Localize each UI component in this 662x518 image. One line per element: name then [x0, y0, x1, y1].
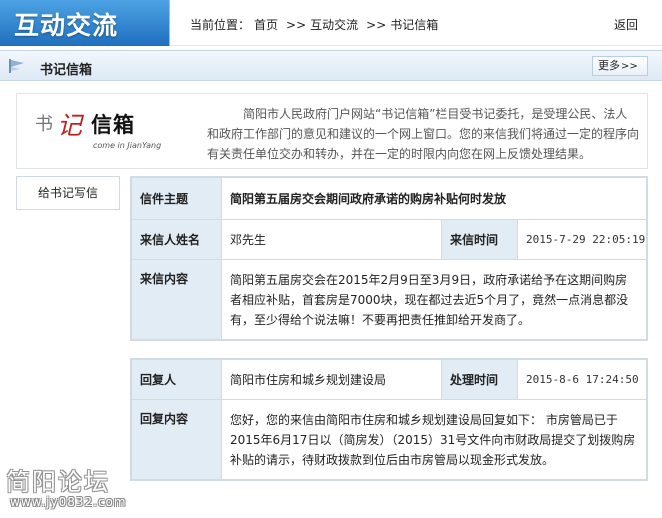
breadcrumb-separator: >> — [366, 18, 387, 32]
flag-icon — [9, 59, 24, 73]
intro-text: 简阳市人民政府门户网站“书记信箱”栏目受书记委托，是受理公民、法人和政府工作部门… — [207, 107, 640, 161]
intro-box: 书 记 信箱 come in JianYang 简阳市人民政府门户网站“书记信箱… — [16, 93, 648, 169]
logo-text: 互动交流 — [14, 11, 119, 40]
breadcrumb: 当前位置： 首页 >> 互动交流 >> 书记信箱 — [190, 16, 442, 33]
reply-time-label: 处理时间 — [441, 359, 518, 400]
letter-time-value: 2015-7-29 22:05:19 — [517, 219, 647, 260]
table-row: 信件主题 简阳第五届房交会期间政府承诺的购房补贴何时发放 — [131, 177, 647, 220]
more-button[interactable]: 更多>> — [592, 56, 648, 76]
brand-char-3: 信箱 — [91, 112, 135, 137]
more-label: 更多 — [598, 59, 620, 72]
section-logo: 互动交流 — [0, 0, 170, 46]
table-row: 回复人 简阳市住房和城乡规划建设局 处理时间 2015-8-6 17:24:50 — [131, 359, 647, 400]
mailbox-brand-logo: 书 记 信箱 come in JianYang — [35, 106, 175, 158]
breadcrumb-mailbox[interactable]: 书记信箱 — [390, 18, 438, 32]
table-row: 来信人姓名 邓先生 来信时间 2015-7-29 22:05:19 — [131, 219, 647, 260]
breadcrumb-interaction[interactable]: 互动交流 — [310, 18, 358, 32]
forum-watermark: 简阳论坛 www.jy0832.com — [4, 462, 154, 516]
brand-subtitle: come in JianYang — [93, 141, 162, 150]
subject-value: 简阳第五届房交会期间政府承诺的购房补贴何时发放 — [221, 177, 647, 220]
reply-panel: 回复人 简阳市住房和城乡规划建设局 处理时间 2015-8-6 17:24:50… — [130, 358, 648, 481]
breadcrumb-prefix: 当前位置： — [190, 18, 251, 32]
sender-label: 来信人姓名 — [131, 219, 222, 260]
replier-label: 回复人 — [131, 359, 222, 400]
reply-table: 回复人 简阳市住房和城乡规划建设局 处理时间 2015-8-6 17:24:50… — [131, 359, 647, 480]
letter-table: 信件主题 简阳第五届房交会期间政府承诺的购房补贴何时发放 来信人姓名 邓先生 来… — [131, 177, 647, 340]
brand-char-2: 记 — [57, 111, 83, 140]
reply-time-value: 2015-8-6 17:24:50 — [517, 359, 647, 400]
table-row: 来信内容 简阳第五届房交会在2015年2月9日至3月9日，政府承诺给予在这期间购… — [131, 259, 647, 340]
brand-char-1: 书 — [35, 114, 53, 135]
subject-label: 信件主题 — [131, 177, 222, 220]
section-title: 书记信箱 — [40, 63, 93, 78]
breadcrumb-home[interactable]: 首页 — [254, 18, 278, 32]
breadcrumb-separator: >> — [286, 18, 307, 32]
replier-value: 简阳市住房和城乡规划建设局 — [221, 359, 442, 400]
section-bar: 书记信箱 更多>> — [0, 50, 662, 81]
letter-time-label: 来信时间 — [441, 219, 518, 260]
content-label: 来信内容 — [131, 259, 222, 340]
table-row: 回复内容 您好，您的来信由简阳市住房和城乡规划建设局回复如下： 市房管局已于20… — [131, 399, 647, 480]
back-link[interactable]: 返回 — [614, 16, 638, 33]
sender-value: 邓先生 — [221, 219, 442, 260]
watermark-url: www.jy0832.com — [10, 495, 127, 509]
letter-content: 简阳第五届房交会在2015年2月9日至3月9日，政府承诺给予在这期间购房者相应补… — [221, 259, 647, 340]
letter-panel: 信件主题 简阳第五届房交会期间政府承诺的购房补贴何时发放 来信人姓名 邓先生 来… — [130, 176, 648, 341]
reply-content: 您好，您的来信由简阳市住房和城乡规划建设局回复如下： 市房管局已于2015年6月… — [221, 399, 647, 480]
top-header: 互动交流 当前位置： 首页 >> 互动交流 >> 书记信箱 返回 — [0, 0, 662, 46]
watermark-title: 简阳论坛 — [6, 468, 110, 496]
write-letter-button[interactable]: 给书记写信 — [16, 176, 120, 210]
more-arrows-icon: >> — [621, 61, 638, 72]
